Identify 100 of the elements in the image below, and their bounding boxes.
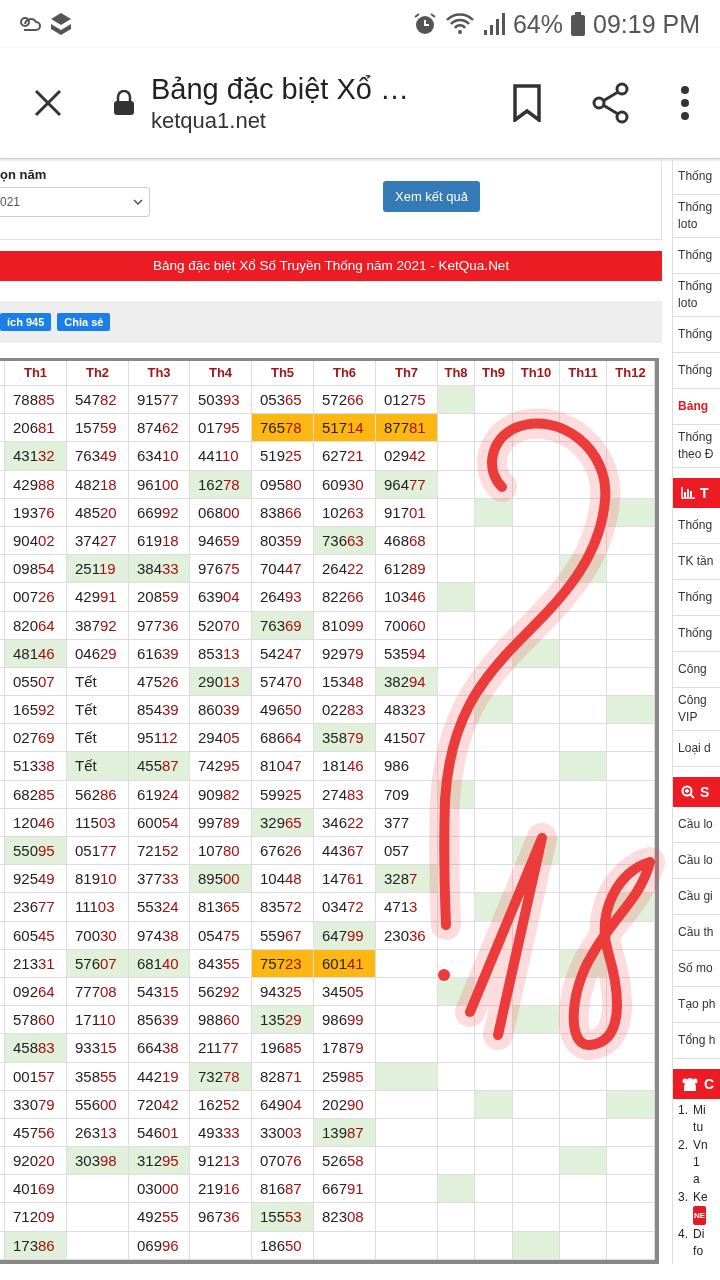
- table-cell: 48520: [67, 498, 129, 527]
- table-cell: 86039: [190, 696, 252, 725]
- sidebar-link[interactable]: Thống: [673, 508, 720, 544]
- table-cell: [607, 639, 655, 668]
- list-number: 1.: [678, 1102, 689, 1119]
- table-cell: 63904: [190, 583, 252, 612]
- sidebar-link[interactable]: Cầu lo: [673, 807, 720, 843]
- table-cell: 81099: [314, 611, 376, 640]
- bookmark-icon[interactable]: [512, 84, 542, 122]
- sidebar-link[interactable]: Thống: [673, 580, 720, 616]
- table-cell: [513, 442, 560, 471]
- zoom-in-icon: [681, 785, 696, 799]
- submit-button[interactable]: Xem kết quả: [383, 181, 480, 212]
- sidebar-link[interactable]: Thống: [673, 353, 720, 389]
- sidebar-link[interactable]: Bảng: [673, 389, 720, 425]
- column-header: Th1: [5, 361, 67, 386]
- table-cell: [376, 949, 438, 978]
- table-cell: 54247: [252, 639, 314, 668]
- table-cell: [438, 752, 475, 781]
- table-cell: [513, 1090, 560, 1119]
- table-cell: 38294: [376, 667, 438, 697]
- table-cell: 72042: [129, 1090, 190, 1119]
- table-cell: 16252: [190, 1090, 252, 1119]
- table-cell: 50393: [190, 386, 252, 415]
- sidebar-link[interactable]: Thống loto: [673, 195, 720, 238]
- close-icon[interactable]: [33, 88, 63, 118]
- column-header: Th11: [560, 361, 607, 386]
- table-cell: [513, 386, 560, 415]
- table-cell: 45587: [129, 752, 190, 781]
- table-cell: [475, 414, 513, 443]
- table-cell: [560, 977, 607, 1007]
- table-cell: [438, 1062, 475, 1091]
- table-cell: 64799: [314, 921, 376, 950]
- signal-icon: [482, 12, 505, 36]
- table-cell: [314, 1231, 376, 1260]
- list-link[interactable]: Di fo: [693, 1226, 710, 1260]
- field-label: ọn năm: [0, 166, 48, 182]
- sidebar-link[interactable]: Loại d: [673, 731, 720, 767]
- table-cell: 73663: [314, 526, 376, 556]
- table-cell: 81365: [190, 893, 252, 922]
- table-cell: 00157: [5, 1062, 67, 1091]
- table-cell: 68285: [5, 780, 67, 809]
- table-cell: 55324: [129, 893, 190, 922]
- table-cell: [607, 837, 655, 866]
- table-cell: 55095: [5, 837, 67, 866]
- share-icon[interactable]: [592, 82, 630, 124]
- sidebar-link[interactable]: Thống theo Đ: [673, 425, 720, 468]
- section-title: C: [704, 1076, 715, 1092]
- table-cell: 34622: [314, 808, 376, 837]
- sidebar-link[interactable]: TK tần: [673, 544, 720, 580]
- table-cell: 72152: [129, 837, 190, 866]
- sidebar-link[interactable]: Thống loto: [673, 274, 720, 317]
- table-cell: 19685: [252, 1034, 314, 1063]
- sidebar-link[interactable]: Thống: [673, 238, 720, 274]
- sidebar-link[interactable]: Cầu gi: [673, 879, 720, 915]
- table-cell: 73278: [190, 1062, 252, 1091]
- table-cell: 82871: [252, 1062, 314, 1091]
- table-cell: 57470: [252, 667, 314, 697]
- year-select[interactable]: 021: [0, 187, 150, 217]
- table-cell: 02942: [376, 442, 438, 471]
- table-cell: [438, 611, 475, 640]
- table-cell: [607, 583, 655, 612]
- table-cell: 66992: [129, 498, 190, 527]
- table-cell: 63410: [129, 442, 190, 471]
- sidebar-link[interactable]: Thống: [673, 159, 720, 195]
- column-header: Th10: [513, 361, 560, 386]
- table-cell: 16592: [5, 696, 67, 725]
- table-cell: [438, 1118, 475, 1148]
- sidebar-link[interactable]: Công: [673, 652, 720, 688]
- sidebar-link[interactable]: Tạo ph: [673, 987, 720, 1023]
- sidebar-link[interactable]: Cầu th: [673, 915, 720, 951]
- table-cell: [475, 1203, 513, 1232]
- sidebar-link[interactable]: Thống: [673, 317, 720, 353]
- sidebar-link[interactable]: Công VIP: [673, 688, 720, 731]
- sidebar-link[interactable]: Cầu lo: [673, 843, 720, 879]
- list-link[interactable]: Vn 1 a: [693, 1137, 710, 1188]
- table-cell: 32965: [252, 808, 314, 837]
- table-cell: [560, 780, 607, 809]
- table-cell: [607, 470, 655, 499]
- table-cell: 91701: [376, 498, 438, 527]
- table-cell: 10263: [314, 498, 376, 527]
- section-title: S: [700, 784, 710, 800]
- table-cell: 13529: [252, 1006, 314, 1035]
- table-cell: 94659: [190, 526, 252, 556]
- sidebar-link[interactable]: Số mo: [673, 951, 720, 987]
- sidebar-link[interactable]: Tổng h: [673, 1023, 720, 1059]
- list-link[interactable]: Mi tu: [693, 1102, 710, 1136]
- table-cell: [513, 1062, 560, 1091]
- table-cell: [560, 1203, 607, 1232]
- action-button[interactable]: ích 945: [0, 313, 52, 331]
- table-cell: 40169: [5, 1175, 67, 1204]
- table-cell: 35879: [314, 724, 376, 753]
- sidebar-link[interactable]: Thống: [673, 616, 720, 652]
- table-cell: [475, 1118, 513, 1148]
- table-cell: 49255: [129, 1203, 190, 1232]
- list-link[interactable]: Ke: [693, 1189, 710, 1206]
- action-button[interactable]: Chia sẻ: [57, 313, 111, 331]
- table-cell: 92549: [5, 865, 67, 894]
- more-icon[interactable]: [680, 86, 690, 120]
- table-cell: 51925: [252, 442, 314, 471]
